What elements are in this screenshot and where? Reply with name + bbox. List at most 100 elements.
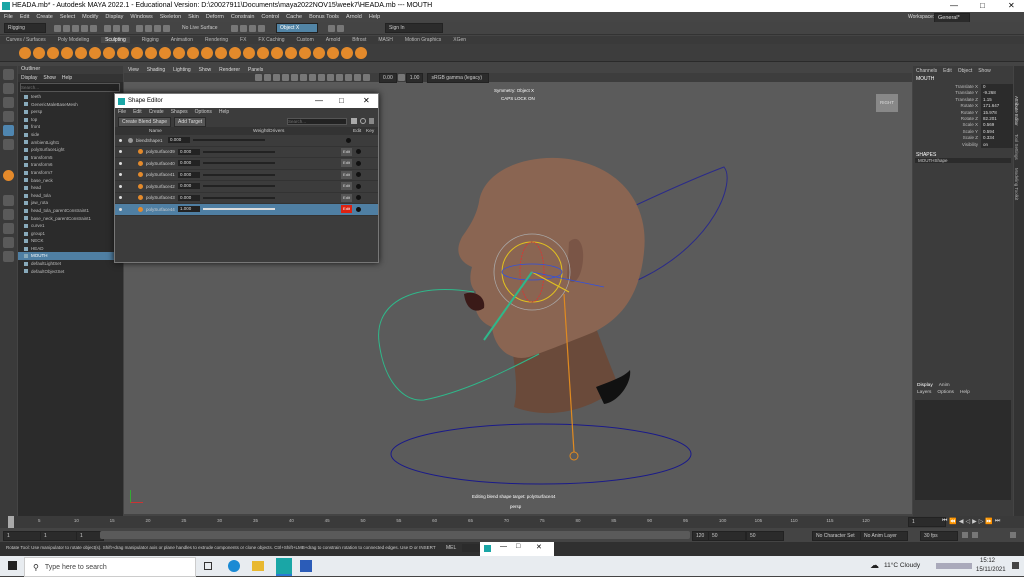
pinch-brush-icon[interactable] <box>75 46 87 59</box>
weight-slider[interactable] <box>203 162 275 165</box>
shelf-tab-fx-caching[interactable]: FX Caching <box>258 37 284 43</box>
bookmark-icon[interactable] <box>264 74 271 81</box>
camera-attributes-icon[interactable] <box>255 74 262 81</box>
viewport-menu-view[interactable]: View <box>128 67 139 73</box>
select-component-icon[interactable] <box>122 24 129 32</box>
key-dot-icon[interactable] <box>356 206 361 212</box>
visibility-toggle-icon[interactable] <box>119 138 122 142</box>
viewport-menu-show[interactable]: Show <box>199 67 212 73</box>
se-maximize-button[interactable]: □ <box>339 96 344 105</box>
se-close-button[interactable]: ✕ <box>363 96 370 105</box>
outliner-item[interactable]: teeth <box>18 93 123 101</box>
se-menu-shapes[interactable]: Shapes <box>171 109 188 115</box>
step-back-frame-icon[interactable]: ◀ <box>959 518 964 525</box>
spray-brush-icon[interactable] <box>117 46 129 59</box>
outliner-item[interactable]: curve1 <box>18 222 123 230</box>
weight-field[interactable]: 1.000 <box>178 206 200 213</box>
taskbar-search[interactable]: ⚲ Type here to search <box>24 557 196 577</box>
shape-target-row[interactable]: polySurface43 0.000 Edit <box>115 193 378 204</box>
menu-edit[interactable]: Edit <box>20 14 29 20</box>
notification-icon[interactable] <box>1012 562 1019 569</box>
attribute-editor-tab[interactable]: Attribute Editor <box>1014 96 1019 126</box>
minimize-button[interactable]: — <box>950 1 958 10</box>
shelf-tab-rigging[interactable]: Rigging <box>142 37 159 43</box>
visibility-toggle-icon[interactable] <box>119 161 122 165</box>
shelf-tab-rendering[interactable]: Rendering <box>205 37 228 43</box>
smooth-shade-icon[interactable] <box>318 74 325 81</box>
outliner-menu-show[interactable]: Show <box>43 75 56 81</box>
mini-close-button[interactable]: ✕ <box>536 543 542 551</box>
outliner-item[interactable]: group1 <box>18 230 123 238</box>
shelf-tab-bifrost[interactable]: Bifrost <box>352 37 366 43</box>
cb-menu-show[interactable]: Show <box>978 68 991 74</box>
lights-icon[interactable] <box>336 74 343 81</box>
viewport-menu-renderer[interactable]: Renderer <box>219 67 240 73</box>
foamy-brush-icon[interactable] <box>103 46 115 59</box>
shadows-icon[interactable] <box>345 74 352 81</box>
fill-brush-icon[interactable] <box>187 46 199 59</box>
key-dot-icon[interactable] <box>356 160 361 166</box>
edge-browser-icon[interactable] <box>228 560 240 572</box>
shelf-tab-xgen[interactable]: XGen <box>453 37 466 43</box>
persp-outliner-layout-icon[interactable] <box>3 223 14 234</box>
command-line-input[interactable] <box>462 544 482 552</box>
shape-target-row[interactable]: polySurface42 0.000 Edit <box>115 181 378 193</box>
transfer-brush-icon[interactable] <box>313 46 325 59</box>
ambient-occlusion-icon[interactable] <box>354 74 361 81</box>
snap-curve-icon[interactable] <box>145 24 152 32</box>
open-scene-icon[interactable] <box>63 24 70 32</box>
outliner-item[interactable]: polySurfaceLight <box>18 146 123 154</box>
outliner-item[interactable]: transform7 <box>18 169 123 177</box>
key-dot-icon[interactable] <box>356 195 361 201</box>
menu-arnold[interactable]: Arnold <box>346 14 362 20</box>
image-plane-icon[interactable] <box>273 74 280 81</box>
sculpt-tool-icon[interactable] <box>3 170 14 181</box>
modeling-toolkit-tab[interactable]: Modeling Toolkit <box>1014 168 1019 200</box>
mini-maximize-button[interactable]: □ <box>516 543 520 550</box>
weight-slider[interactable] <box>203 185 275 188</box>
rotate-tool-icon[interactable] <box>3 125 14 136</box>
edit-target-button[interactable]: Edit <box>341 170 352 179</box>
file-explorer-icon[interactable] <box>252 561 264 571</box>
weather-text[interactable]: 11°C Cloudy <box>884 562 920 569</box>
layer-menu-help[interactable]: Help <box>960 390 970 395</box>
toggle-channel-box-icon[interactable] <box>328 24 335 32</box>
outliner-item[interactable]: top <box>18 116 123 124</box>
shelf-tab-arnold[interactable]: Arnold <box>326 37 340 43</box>
save-scene-icon[interactable] <box>72 24 79 32</box>
tool-settings-tab[interactable]: Tool Settings <box>1014 134 1019 160</box>
cb-menu-edit[interactable]: Edit <box>943 68 952 74</box>
weight-slider[interactable] <box>203 173 275 176</box>
outliner-item[interactable]: GenericMaleBaseMesh <box>18 101 123 109</box>
shape-target-row[interactable]: polySurface39 0.000 Edit <box>115 147 378 158</box>
go-to-start-icon[interactable]: ⏮ <box>942 518 947 525</box>
cb-shape-name[interactable]: MOUTHShape <box>915 157 1011 163</box>
clock-time[interactable]: 15:12 <box>980 558 995 564</box>
sculpt-settings-icon[interactable] <box>355 46 367 59</box>
render-icon[interactable] <box>240 24 247 32</box>
end-time-field[interactable]: 50 <box>746 531 784 541</box>
go-to-end-icon[interactable]: ⏭ <box>995 518 1000 525</box>
weight-field[interactable]: 0.000 <box>178 194 200 201</box>
redo-icon[interactable] <box>90 24 97 32</box>
lasso-tool-icon[interactable] <box>3 83 14 94</box>
shape-target-row[interactable]: polySurface41 0.000 Edit <box>115 170 378 181</box>
se-menu-options[interactable]: Options <box>195 109 212 115</box>
imprint-brush-icon[interactable] <box>145 46 157 59</box>
gamma-icon[interactable] <box>397 74 405 81</box>
gamma-field[interactable]: 1.00 <box>405 72 424 83</box>
se-menu-create[interactable]: Create <box>149 109 164 115</box>
step-forward-key-icon[interactable]: ⏩ <box>985 518 992 525</box>
outliner-item[interactable]: MOUTH <box>18 252 123 261</box>
visibility-toggle-icon[interactable] <box>119 196 122 200</box>
menu-constrain[interactable]: Constrain <box>231 14 255 20</box>
edit-target-button[interactable]: Edit <box>341 147 352 156</box>
menuset-dropdown[interactable]: Rigging <box>4 23 46 33</box>
menu-create[interactable]: Create <box>36 14 53 20</box>
select-object-icon[interactable] <box>113 24 120 32</box>
viewport-search-icon[interactable] <box>3 251 14 262</box>
menu-deform[interactable]: Deform <box>206 14 224 20</box>
se-menu-file[interactable]: File <box>118 109 126 115</box>
add-target-button[interactable]: Add Target <box>174 116 207 127</box>
current-time-marker[interactable] <box>8 516 14 528</box>
